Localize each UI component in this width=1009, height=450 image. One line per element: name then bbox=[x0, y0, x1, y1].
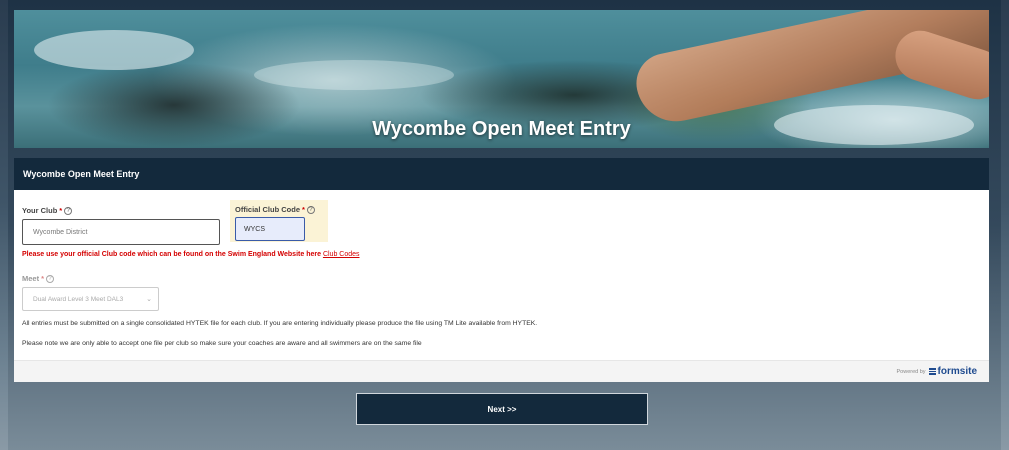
club-input[interactable]: Wycombe District bbox=[22, 219, 220, 245]
club-code-notice: Please use your official Club code which… bbox=[22, 251, 360, 258]
club-label: Your Club * ? bbox=[22, 206, 220, 215]
banner-title: Wycombe Open Meet Entry bbox=[372, 118, 631, 140]
form-footer: Powered by formsite bbox=[14, 360, 989, 382]
form-card: Wycombe Open Meet Entry Your Club * ? Wy… bbox=[14, 158, 989, 382]
required-mark: * bbox=[41, 274, 45, 283]
form-header: Wycombe Open Meet Entry bbox=[14, 158, 989, 190]
club-code-label: Official Club Code * ? bbox=[235, 205, 323, 214]
club-code-input[interactable]: WYCS bbox=[235, 217, 305, 241]
required-mark: * bbox=[302, 205, 305, 214]
required-mark: * bbox=[59, 206, 63, 215]
meet-label: Meet * ? bbox=[22, 274, 159, 283]
banner-image: Wycombe Open Meet Entry bbox=[14, 10, 989, 148]
next-button[interactable]: Next >> bbox=[356, 393, 648, 425]
formsite-logo[interactable]: formsite bbox=[928, 366, 977, 377]
club-codes-link[interactable]: Club Codes bbox=[323, 251, 360, 258]
meet-field-group: Meet * ? Dual Award Level 3 Meet DAL3 ⌄ bbox=[22, 274, 159, 311]
help-icon[interactable]: ? bbox=[306, 205, 315, 214]
help-icon[interactable]: ? bbox=[64, 206, 73, 215]
formsite-logo-icon bbox=[928, 368, 936, 375]
club-field-group: Your Club * ? Wycombe District bbox=[22, 206, 220, 245]
meet-select[interactable]: Dual Award Level 3 Meet DAL3 ⌄ bbox=[22, 287, 159, 311]
chevron-down-icon: ⌄ bbox=[146, 296, 152, 303]
powered-by: Powered by formsite bbox=[896, 366, 978, 377]
info-paragraph-2: Please note we are only able to accept o… bbox=[22, 340, 422, 347]
club-code-field-group: Official Club Code * ? WYCS bbox=[230, 200, 328, 242]
info-paragraph-1: All entries must be submitted on a singl… bbox=[22, 320, 538, 327]
help-icon[interactable]: ? bbox=[46, 274, 55, 283]
